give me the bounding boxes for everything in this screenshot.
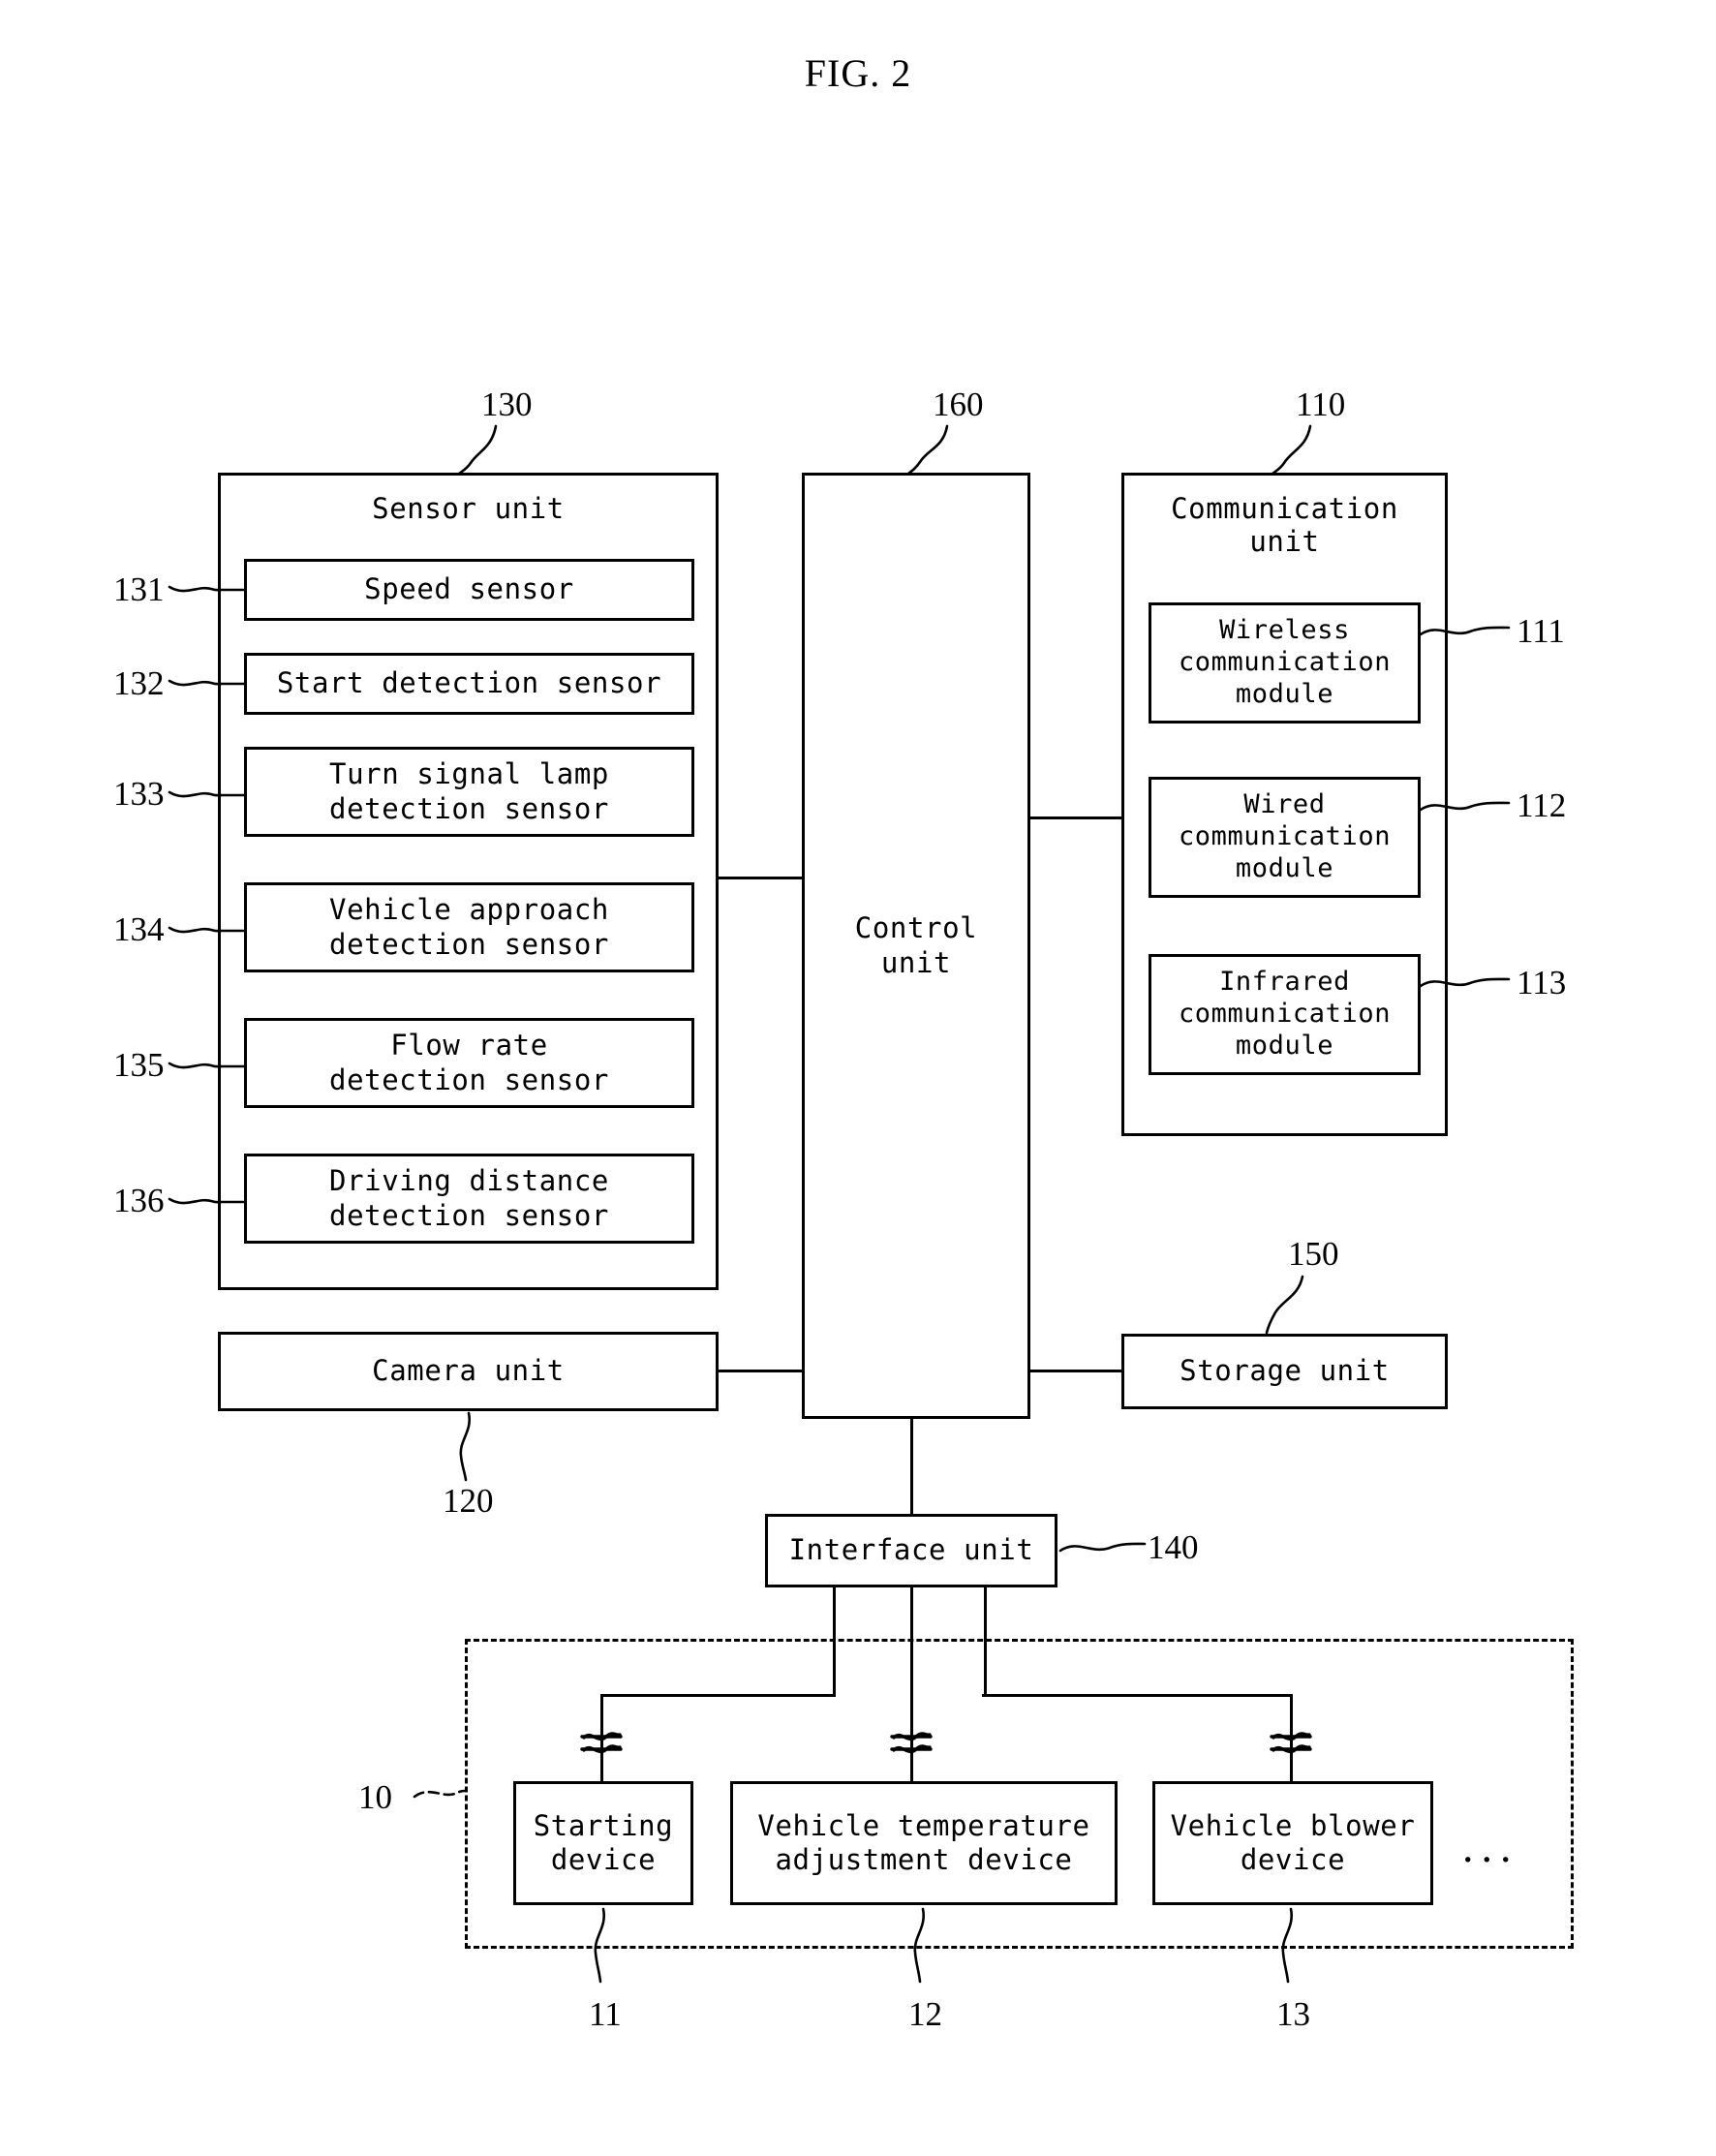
interface-unit-box: Interface unit [765, 1514, 1061, 1591]
ref-12: 12 [908, 1995, 942, 2033]
wired-communication-module-box: Wired communication module [1149, 777, 1421, 898]
ref-150: 150 [1288, 1235, 1339, 1273]
bus-right-horizontal [982, 1694, 1293, 1697]
starting-device-box: Starting device [513, 1781, 697, 1909]
ref-133: 133 [113, 775, 165, 813]
infrared-communication-module-box: Infrared communication module [1149, 954, 1421, 1075]
wireless-communication-module-box: Wireless communication module [1149, 602, 1421, 724]
wire-interface-branch-center [910, 1587, 913, 1781]
leader-136 [168, 1197, 223, 1205]
vehicle-temperature-adjustment-device-box: Vehicle temperature adjustment device [730, 1781, 1121, 1909]
wire-camera-to-control [719, 1370, 804, 1372]
leader-150 [1265, 1275, 1304, 1335]
leader-131 [168, 585, 223, 593]
leader-133 [168, 790, 223, 798]
patent-figure-page: FIG. 2 Sensor unit Speed sensor Start de… [0, 0, 1716, 2156]
leader-10 [413, 1789, 467, 1799]
wire-to-starting-device [600, 1694, 603, 1781]
ref-110: 110 [1296, 385, 1346, 423]
wire-interface-branch-right [984, 1587, 987, 1696]
leader-130 [457, 424, 498, 476]
camera-unit-label: Camera unit [372, 1354, 565, 1388]
vehicle-approach-detection-sensor-box: Vehicle approach detection sensor [244, 882, 694, 972]
ref-160: 160 [933, 385, 984, 423]
leader-160 [906, 424, 949, 476]
vehicle-blower-device-box: Vehicle blower device [1152, 1781, 1437, 1909]
flow-rate-detection-sensor-box: Flow rate detection sensor [244, 1018, 694, 1108]
leader-135 [168, 1062, 223, 1069]
ref-131: 131 [113, 570, 165, 608]
leader-132 [168, 679, 223, 687]
camera-unit-box: Camera unit [218, 1332, 722, 1415]
turn-signal-lamp-detection-sensor-box: Turn signal lamp detection sensor [244, 747, 694, 837]
communication-unit-title: Communication unit [1171, 492, 1398, 558]
interface-unit-label: Interface unit [788, 1533, 1034, 1567]
figure-title: FIG. 2 [804, 51, 912, 95]
ref-134: 134 [113, 910, 165, 948]
storage-unit-label: Storage unit [1180, 1354, 1390, 1388]
sensor-unit-title: Sensor unit [372, 492, 565, 525]
leader-140 [1058, 1542, 1147, 1553]
ref-10: 10 [358, 1778, 392, 1816]
control-unit-label: Control unit [854, 911, 978, 979]
wire-control-to-storage [1030, 1370, 1123, 1372]
wire-sensor-to-control [719, 877, 804, 879]
ref-132: 132 [113, 664, 165, 702]
wire-interface-branch-left [833, 1587, 836, 1696]
ref-11: 11 [589, 1995, 622, 2033]
start-detection-sensor-box: Start detection sensor [244, 653, 694, 715]
leader-110 [1271, 424, 1312, 476]
ref-135: 135 [113, 1046, 165, 1084]
control-unit-box: Control unit [802, 473, 1034, 1423]
ref-113: 113 [1517, 964, 1567, 1001]
driving-distance-detection-sensor-box: Driving distance detection sensor [244, 1154, 694, 1244]
more-devices-ellipsis: ... [1462, 1822, 1519, 1871]
ref-120: 120 [443, 1482, 494, 1520]
ref-13: 13 [1276, 1995, 1310, 2033]
ref-130: 130 [481, 385, 533, 423]
ref-111: 111 [1517, 612, 1565, 650]
leader-120 [459, 1411, 472, 1482]
wire-to-vehicle-blower-device [1290, 1694, 1293, 1781]
wire-control-to-interface [910, 1419, 913, 1516]
storage-unit-box: Storage unit [1121, 1334, 1452, 1413]
ref-136: 136 [113, 1182, 165, 1219]
speed-sensor-box: Speed sensor [244, 559, 694, 621]
leader-134 [168, 926, 223, 934]
wire-control-to-communication [1030, 816, 1123, 819]
ref-140: 140 [1148, 1528, 1199, 1566]
bus-left-horizontal [600, 1694, 836, 1697]
ref-112: 112 [1517, 786, 1567, 824]
